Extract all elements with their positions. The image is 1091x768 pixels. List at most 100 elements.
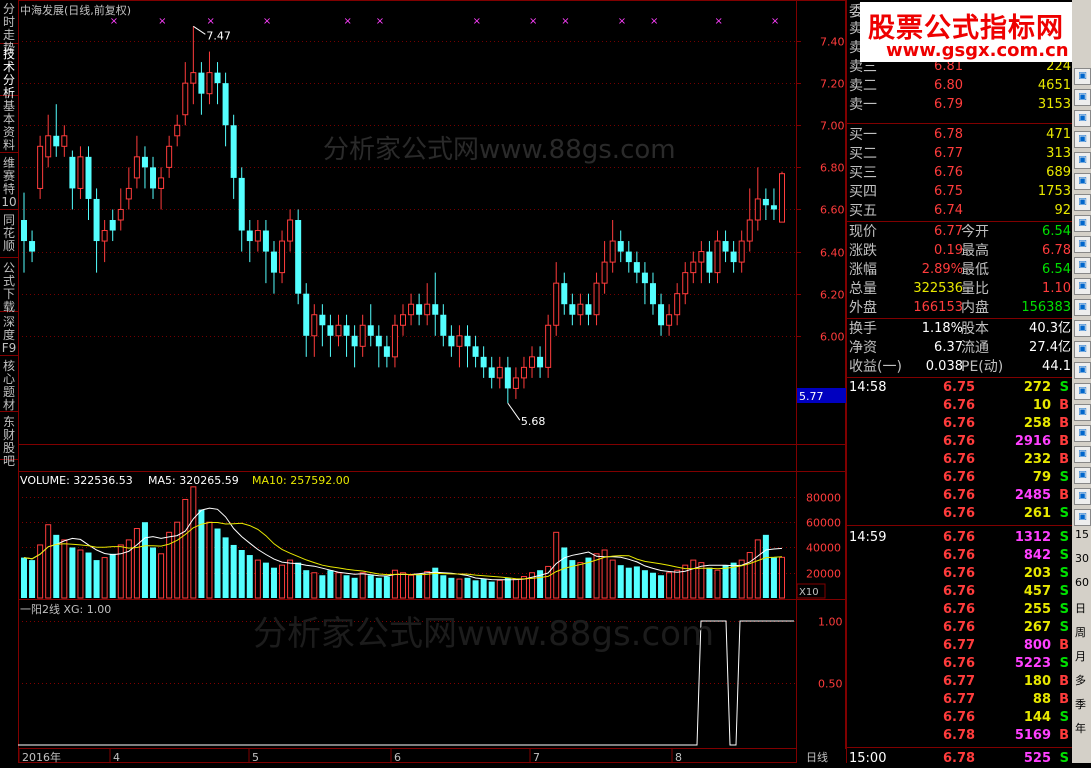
volume-bar-up — [779, 556, 785, 599]
volume-bar-down — [383, 576, 390, 598]
volume-bar-up — [190, 486, 197, 599]
candle-body-up — [133, 156, 140, 179]
left-tab-6[interactable]: 深度F9 — [0, 313, 18, 356]
period-button[interactable]: 60 — [1075, 576, 1089, 589]
candle-body-up — [400, 314, 406, 326]
candle-body-down — [198, 72, 205, 94]
tick-volume: 255 — [1023, 602, 1051, 617]
tick-row: 6.76 258 B — [847, 415, 1073, 433]
candle-body-up — [601, 261, 608, 284]
volume-bar-down — [21, 557, 27, 598]
toolbar-icon[interactable]: ▣ — [1074, 152, 1091, 169]
tick-price: 6.77 — [943, 692, 976, 707]
candle-body-down — [472, 346, 479, 357]
toolbar-icon[interactable]: ▣ — [1074, 446, 1091, 463]
signal-marker: × — [344, 16, 352, 27]
left-tab-3[interactable]: 维赛特10 — [0, 154, 18, 210]
toolbar-icon[interactable]: ▣ — [1074, 194, 1091, 211]
ask-volume: 3153 — [1037, 97, 1071, 112]
quote-label: 现价 — [849, 224, 877, 240]
period-button[interactable]: 年 — [1075, 720, 1086, 736]
candle-body-down — [383, 346, 390, 357]
bid-volume: 689 — [1046, 165, 1071, 180]
toolbar-icon[interactable]: ▣ — [1074, 320, 1091, 337]
left-tab-2[interactable]: 基本资料 — [0, 97, 18, 153]
bid-label: 买四 — [849, 184, 877, 200]
left-tab-5[interactable]: 公式下载 — [0, 259, 18, 314]
volume-bar-up — [754, 539, 761, 599]
left-tab-0[interactable]: 分时走势 — [0, 0, 18, 55]
toolbar-icon[interactable]: ▣ — [1074, 257, 1091, 274]
period-button[interactable]: 周 — [1075, 624, 1086, 640]
bid-volume: 92 — [1054, 203, 1071, 218]
period-button[interactable]: 季 — [1075, 696, 1086, 712]
period-button[interactable]: 日 — [1075, 600, 1086, 616]
tick-volume: 267 — [1023, 620, 1051, 635]
toolbar-icon[interactable]: ▣ — [1074, 68, 1091, 85]
volume-bar-down — [85, 552, 92, 598]
toolbar-icon[interactable]: ▣ — [1074, 131, 1091, 148]
volume-bar-up — [512, 578, 519, 599]
toolbar-icon[interactable]: ▣ — [1074, 236, 1091, 253]
volume-bar-down — [214, 528, 221, 598]
volume-bar-up — [158, 553, 165, 599]
tick-volume: 5169 — [1014, 728, 1051, 743]
left-tab-8[interactable]: 东财股吧 — [0, 413, 18, 468]
left-tab-7[interactable]: 核心题材 — [0, 357, 18, 412]
period-button[interactable]: 月 — [1075, 648, 1086, 664]
toolbar-icon[interactable]: ▣ — [1074, 110, 1091, 127]
toolbar-icon[interactable]: ▣ — [1074, 425, 1091, 442]
toolbar-icon[interactable]: ▣ — [1074, 404, 1091, 421]
kline-chart[interactable]: 中海发展(日线,前复权) 分析家公式网www.88gs.com × × × × × × × ×… — [18, 0, 846, 763]
left-tab-strip: 分时走势 技术分析 基本资料 维赛特10 同花顺 公式下载 深度F9 核心题材 东财股吧 — [0, 0, 19, 763]
period-button[interactable]: 15 — [1075, 528, 1089, 541]
candle-body-down — [617, 241, 624, 252]
volume-bar-down — [448, 577, 455, 598]
logo-url: www.gsgx.com.cn — [886, 40, 1069, 61]
tick-price: 6.76 — [943, 602, 976, 617]
volume-bar-down — [230, 544, 237, 598]
candle-body-up — [577, 303, 584, 316]
candle-body-down — [537, 356, 544, 368]
quote-value: 2.89% — [921, 262, 963, 277]
toolbar-icon[interactable]: ▣ — [1074, 509, 1091, 526]
tick-side: S — [1059, 470, 1069, 485]
candle-body-down — [770, 205, 777, 210]
candle-body-down — [222, 83, 229, 126]
quote-value: 6.77 — [934, 224, 963, 239]
toolbar-icon[interactable]: ▣ — [1074, 173, 1091, 190]
toolbar-icon[interactable]: ▣ — [1074, 299, 1091, 316]
tick-side: S — [1059, 584, 1069, 599]
volume-bar-down — [480, 579, 487, 598]
bid-row: 买二 6.77 313 — [847, 145, 1073, 163]
x-axis-label: 6 — [394, 751, 401, 763]
period-button[interactable]: 30 — [1075, 552, 1089, 565]
period-button[interactable]: 多 — [1075, 672, 1086, 688]
toolbar-icon[interactable]: ▣ — [1074, 383, 1091, 400]
toolbar-icon[interactable]: ▣ — [1074, 362, 1091, 379]
tick-row: 6.76 232 B — [847, 451, 1073, 469]
volume-bar-up — [682, 564, 689, 599]
toolbar-icon[interactable]: ▣ — [1074, 467, 1091, 484]
quote-value-2: 156383 — [1021, 300, 1071, 315]
left-tab-1[interactable]: 技术分析 — [0, 45, 18, 100]
tick-row: 6.78 5169 B — [847, 727, 1073, 745]
toolbar-icon[interactable]: ▣ — [1074, 341, 1091, 358]
toolbar-icon[interactable]: ▣ — [1074, 89, 1091, 106]
tick-side: S — [1059, 380, 1069, 395]
signal-marker: × — [158, 16, 166, 27]
fundamental-row: 净资 6.37 流通 27.4亿 — [847, 339, 1073, 357]
tick-price: 6.78 — [943, 728, 976, 743]
left-tab-4[interactable]: 同花顺 — [0, 211, 18, 258]
tick-volume: 2485 — [1014, 488, 1051, 503]
toolbar-icon[interactable]: ▣ — [1074, 488, 1091, 505]
candle-body-down — [561, 283, 568, 305]
toolbar-icon[interactable]: ▣ — [1074, 278, 1091, 295]
candle-body-up — [779, 173, 785, 223]
toolbar-icon[interactable]: ▣ — [1074, 215, 1091, 232]
tick-volume: 10 — [1032, 398, 1051, 413]
x-axis-label: 8 — [675, 751, 682, 763]
volume-bar-down — [625, 567, 632, 598]
volume-bar-down — [762, 534, 769, 598]
volume-bar-down — [343, 575, 350, 598]
